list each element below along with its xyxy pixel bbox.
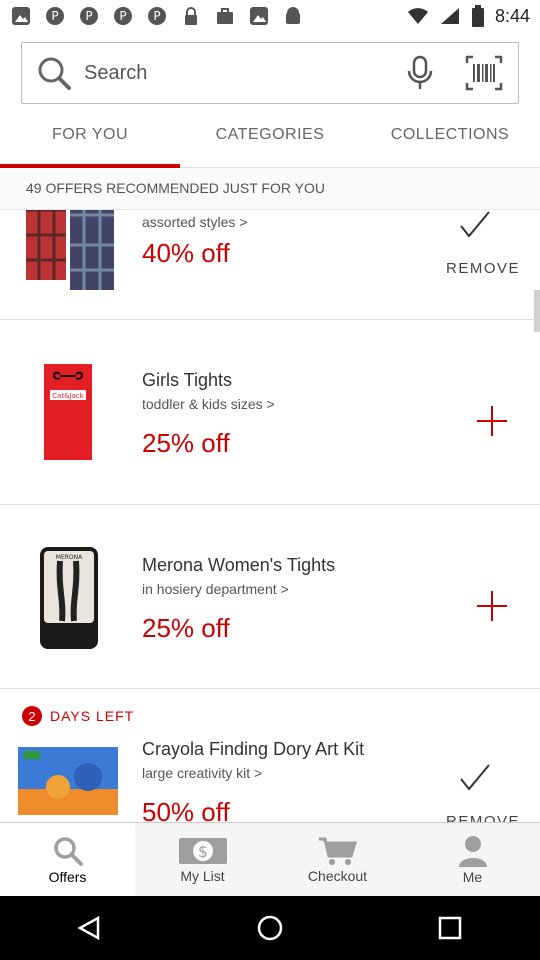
pinterest-icon: P (46, 7, 64, 25)
days-left-label: DAYS LEFT (50, 708, 135, 724)
signal-icon (440, 8, 459, 24)
days-left-indicator: 2 DAYS LEFT (22, 706, 134, 726)
offer-discount: 50% off (142, 797, 230, 822)
nav-me-label: Me (462, 868, 483, 885)
tab-bar: FOR YOU CATEGORIES COLLECTIONS (0, 114, 540, 168)
nav-my-list-label: My List (180, 867, 225, 884)
pinterest-icon: P (114, 7, 132, 25)
system-status: 8:44 (407, 5, 530, 27)
image-notification-icon (250, 7, 268, 25)
offer-subtitle[interactable]: assorted styles > (142, 214, 247, 230)
svg-text:P: P (51, 9, 58, 23)
nav-checkout[interactable]: Checkout (270, 823, 405, 896)
merona-tights-thumbnail: MERONA (40, 547, 98, 649)
tab-for-you[interactable]: FOR YOU (0, 114, 180, 168)
android-navigation-bar (0, 896, 540, 960)
offer-subtitle[interactable]: toddler & kids sizes > (142, 396, 275, 412)
cart-icon (318, 837, 357, 865)
svg-text:$: $ (197, 842, 207, 861)
nav-offers-label: Offers (48, 868, 87, 885)
wifi-icon (407, 8, 428, 24)
recent-apps-icon[interactable] (436, 914, 464, 942)
status-bar: P P P P 8:44 (0, 0, 540, 32)
tab-collections[interactable]: COLLECTIONS (360, 114, 540, 167)
bottom-navigation: Offers $ My List Checkout Me (0, 822, 540, 896)
offer-discount: 25% off (142, 613, 230, 643)
search-icon (38, 57, 71, 90)
svg-text:P: P (153, 9, 160, 23)
notification-icons: P P P P (10, 5, 304, 27)
search-icon (53, 836, 83, 866)
days-left-count: 2 (22, 706, 42, 726)
nav-me[interactable]: Me (405, 823, 540, 896)
offer-title: Merona Women's Tights (142, 555, 336, 575)
checkmark-icon[interactable] (458, 763, 492, 793)
microphone-icon[interactable] (400, 53, 440, 93)
offers-list[interactable]: assorted styles > 40% off REMOVE Cat&Jac… (0, 210, 540, 822)
search-input[interactable]: Search (84, 62, 400, 85)
offer-title: Crayola Finding Dory Art Kit (142, 739, 365, 759)
svg-text:MERONA: MERONA (56, 554, 83, 561)
person-icon (458, 835, 487, 867)
svg-text:Cat&Jack: Cat&Jack (52, 392, 85, 400)
pinterest-icon: P (148, 7, 166, 25)
offer-subtitle[interactable]: in hosiery department > (142, 581, 289, 597)
offer-title: Girls Tights (142, 370, 233, 390)
remove-button[interactable]: REMOVE (446, 260, 520, 277)
lock-icon (185, 7, 197, 25)
battery-icon (471, 5, 484, 27)
add-offer-icon[interactable] (475, 404, 509, 438)
girls-tights-thumbnail: Cat&Jack (44, 364, 92, 460)
svg-text:P: P (119, 9, 126, 23)
nav-my-list[interactable]: $ My List (135, 823, 270, 896)
checkmark-icon[interactable] (458, 210, 492, 240)
android-icon (286, 7, 300, 24)
offers-count-banner: 49 OFFERS RECOMMENDED JUST FOR YOU (0, 168, 540, 210)
remove-button[interactable]: REMOVE (446, 813, 520, 822)
offer-item-flannel[interactable]: assorted styles > 40% off REMOVE (0, 210, 540, 320)
crayola-art-kit-thumbnail (18, 747, 118, 815)
nav-offers[interactable]: Offers (0, 823, 135, 896)
add-offer-icon[interactable] (475, 589, 509, 623)
barcode-scanner-icon[interactable] (464, 53, 504, 93)
flannel-shirts-thumbnail (26, 210, 114, 290)
scrollbar-thumb[interactable] (534, 290, 540, 332)
svg-text:P: P (85, 9, 92, 23)
tab-categories[interactable]: CATEGORIES (180, 114, 360, 167)
offer-discount: 25% off (142, 428, 230, 458)
clock: 8:44 (494, 5, 530, 26)
briefcase-icon (217, 8, 233, 24)
nav-checkout-label: Checkout (307, 867, 368, 884)
offer-item-girls-tights[interactable]: Cat&Jack Girls Tights toddler & kids siz… (0, 320, 540, 505)
back-icon[interactable] (76, 914, 104, 942)
search-bar[interactable]: Search (21, 42, 519, 104)
pinterest-icon: P (80, 7, 98, 25)
offer-subtitle[interactable]: large creativity kit > (142, 765, 262, 781)
offer-item-merona-tights[interactable]: MERONA Merona Women's Tights in hosiery … (0, 505, 540, 689)
dollar-icon: $ (178, 837, 227, 864)
image-notification-icon (12, 7, 30, 25)
home-icon[interactable] (256, 914, 284, 942)
offer-discount: 40% off (142, 238, 230, 268)
